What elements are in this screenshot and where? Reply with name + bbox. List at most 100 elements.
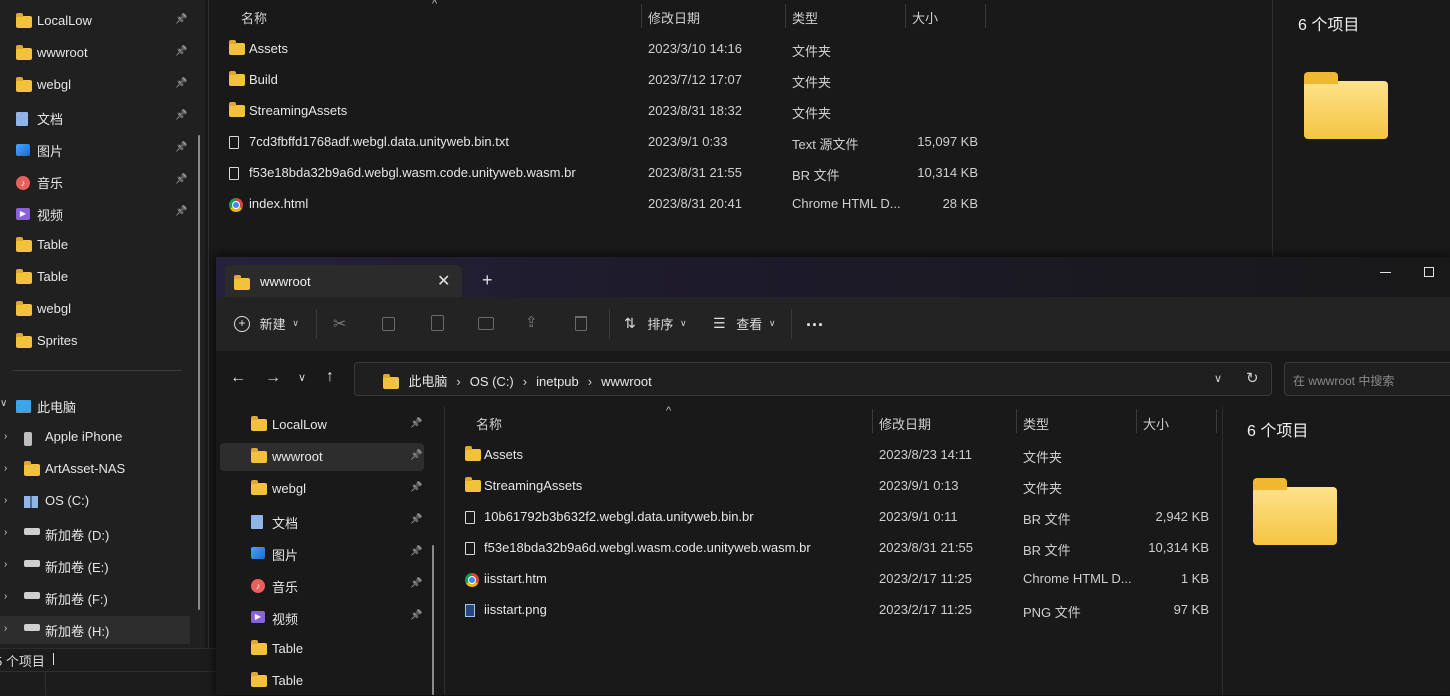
back-sidebar-item[interactable]: Sprites (0, 328, 200, 356)
back-arrow-icon[interactable]: ← (230, 369, 246, 387)
back-tree-item[interactable]: › 新加卷 (H:) (0, 616, 190, 644)
folder-icon (465, 477, 481, 492)
back-sidebar-item[interactable]: ▶ 视频 📌 (0, 200, 200, 228)
back-tree-item[interactable]: › 新加卷 (F:) (0, 584, 190, 612)
back-col-name[interactable]: 名称 (241, 8, 267, 27)
back-tree-item[interactable]: › ArtAsset-NAS (0, 456, 190, 484)
front-sidebar-item[interactable]: Table (220, 635, 424, 663)
front-sidebar-item[interactable]: 文档 📌 (220, 507, 424, 535)
breadcrumb-separator-icon[interactable]: › (588, 374, 592, 389)
back-tree-item[interactable]: › Apple iPhone (0, 424, 190, 452)
copy-icon[interactable] (382, 317, 395, 331)
front-file-size: 1 KB (1180, 571, 1209, 586)
front-col-sep-2[interactable] (1016, 409, 1017, 433)
tab-close-icon[interactable]: ✕ (437, 271, 450, 291)
address-dropdown-icon[interactable]: ∨ (1214, 372, 1222, 385)
front-file-row[interactable] (456, 599, 1216, 623)
delete-icon[interactable] (575, 316, 587, 331)
more-options-button[interactable]: ... (806, 310, 824, 331)
back-sidebar-item[interactable]: ♪ 音乐 📌 (0, 168, 200, 196)
maximize-button[interactable] (1424, 267, 1434, 277)
back-file-type: BR 文件 (792, 168, 840, 183)
back-sidebar-item[interactable]: Table (0, 232, 200, 260)
front-sidebar-scrollbar[interactable] (432, 545, 434, 695)
back-sidebar-item[interactable]: 文档 📌 (0, 104, 200, 132)
up-arrow-icon[interactable]: ↑ (326, 368, 334, 386)
front-sort-arrow-icon: ^ (666, 405, 672, 417)
collapse-chevron-icon[interactable]: › (4, 463, 7, 474)
front-sidebar-item-label: webgl (272, 481, 306, 496)
collapse-chevron-icon[interactable]: › (4, 559, 7, 570)
front-sidebar-item-label: 图片 (272, 548, 299, 563)
front-col-date[interactable]: 修改日期 (879, 414, 931, 433)
drive-icon (24, 528, 40, 535)
front-col-name[interactable]: 名称 (476, 414, 502, 433)
breadcrumb-separator-icon[interactable]: › (523, 374, 527, 389)
breadcrumb-item[interactable]: OS (C:) (470, 374, 514, 389)
back-col-sep-4[interactable] (985, 4, 986, 28)
front-col-sep-3[interactable] (1136, 409, 1137, 433)
refresh-icon[interactable]: ↻ (1246, 369, 1259, 387)
recent-chevron-icon[interactable]: ∨ (298, 371, 306, 384)
pin-icon: 📌 (410, 450, 423, 461)
breadcrumb-item[interactable]: 此电脑 (408, 374, 447, 389)
back-tree-item[interactable]: › 新加卷 (D:) (0, 520, 190, 548)
front-col-sep-1[interactable] (872, 409, 873, 433)
share-icon[interactable]: ⇪ (525, 313, 538, 331)
front-sidebar-item[interactable]: 图片 📌 (220, 539, 424, 567)
breadcrumb-item[interactable]: wwwroot (601, 374, 652, 389)
front-col-sep-4[interactable] (1216, 409, 1217, 433)
rename-icon[interactable] (478, 317, 494, 330)
back-sidebar-item[interactable]: webgl 📌 (0, 72, 200, 100)
front-sidebar-item-label: Table (272, 641, 304, 656)
expand-chevron-icon[interactable]: ∨ (0, 398, 7, 409)
front-sidebar-item[interactable]: ♪ 音乐 📌 (220, 571, 424, 599)
front-col-type[interactable]: 类型 (1023, 414, 1049, 433)
front-file-row[interactable] (456, 444, 1216, 468)
toolbar-sep-1 (316, 309, 317, 339)
cut-icon[interactable]: ✂ (333, 314, 346, 334)
back-tree-item[interactable]: › OS (C:) (0, 488, 190, 516)
view-button[interactable]: ☰ 查看 ∨ (713, 314, 775, 333)
collapse-chevron-icon[interactable]: › (4, 623, 7, 634)
back-sidebar-item[interactable]: webgl (0, 296, 200, 324)
back-sidebar-item[interactable]: 图片 📌 (0, 136, 200, 164)
collapse-chevron-icon[interactable]: › (4, 591, 7, 602)
back-tree-item[interactable]: › 新加卷 (E:) (0, 552, 190, 580)
front-sidebar-item[interactable]: ▶ 视频 📌 (220, 603, 424, 631)
back-tree-item[interactable]: ∨ 此电脑 (0, 392, 190, 420)
front-file-date: 2023/2/17 11:25 (879, 571, 973, 586)
front-col-size[interactable]: 大小 (1143, 414, 1169, 433)
front-sidebar-item[interactable]: wwwroot 📌 (220, 443, 424, 471)
front-sidebar-item[interactable]: Table (220, 667, 424, 695)
collapse-chevron-icon[interactable]: › (4, 495, 7, 506)
front-sidebar-item[interactable]: webgl 📌 (220, 475, 424, 503)
back-col-sep-3[interactable] (905, 4, 906, 28)
collapse-chevron-icon[interactable]: › (4, 431, 7, 442)
new-tab-button[interactable]: + (482, 270, 493, 291)
back-file-row[interactable] (222, 69, 982, 93)
back-col-size[interactable]: 大小 (912, 8, 938, 27)
new-button[interactable]: + 新建 ∨ (234, 314, 299, 333)
forward-arrow-icon[interactable]: → (265, 369, 281, 387)
back-sidebar-scrollbar[interactable] (198, 135, 200, 610)
back-col-sep-2[interactable] (785, 4, 786, 28)
back-col-type[interactable]: 类型 (792, 8, 818, 27)
minimize-button[interactable] (1380, 272, 1391, 273)
back-sidebar-item[interactable]: Table (0, 264, 200, 292)
back-sidebar-item[interactable]: wwwroot 📌 (0, 40, 200, 68)
breadcrumb-separator-icon[interactable]: › (456, 374, 460, 389)
pin-icon: 📌 (410, 578, 423, 589)
collapse-chevron-icon[interactable]: › (4, 527, 7, 538)
back-col-sep-1[interactable] (641, 4, 642, 28)
breadcrumb-separator-icon[interactable]: › (395, 374, 399, 389)
back-sidebar-border (208, 0, 209, 672)
sort-button[interactable]: ⇅ 排序 ∨ (624, 314, 687, 333)
paste-icon[interactable] (431, 315, 444, 331)
front-file-type: 文件夹 (1023, 450, 1063, 465)
front-sidebar-item[interactable]: LocalLow 📌 (220, 411, 424, 439)
back-sidebar-item[interactable]: LocalLow 📌 (0, 8, 200, 36)
back-file-row[interactable] (222, 38, 982, 62)
back-col-date[interactable]: 修改日期 (648, 8, 700, 27)
breadcrumb-item[interactable]: inetpub (536, 374, 579, 389)
